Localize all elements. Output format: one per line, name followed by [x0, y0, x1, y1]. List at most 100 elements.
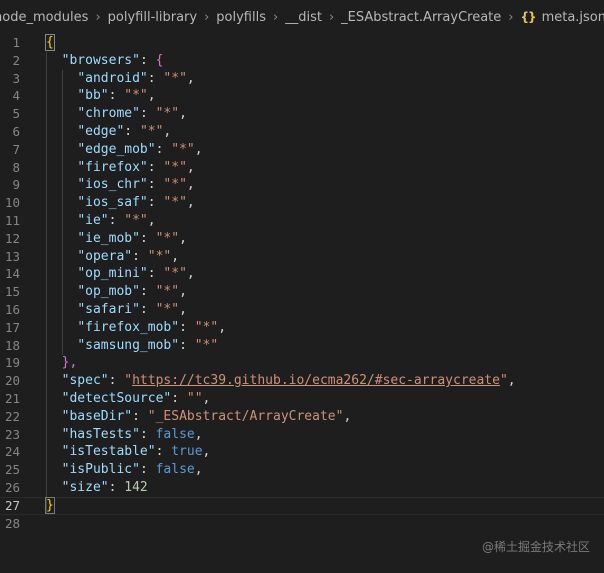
code-line: 11 "ie": "*",: [0, 212, 604, 230]
json-key: "firefox": [77, 159, 148, 175]
line-number: 5: [12, 106, 20, 122]
json-key: "ie": [77, 212, 109, 228]
line-number: 27: [4, 497, 20, 513]
comma: ,: [202, 390, 211, 406]
json-value: true: [171, 444, 203, 460]
comma: ,: [186, 177, 195, 193]
comma: ,: [186, 70, 195, 86]
breadcrumb-item-polyfill-library[interactable]: polyfill-library: [108, 10, 197, 25]
json-key: "isPublic": [61, 462, 140, 478]
code-line: 2 "browsers": {: [0, 52, 604, 70]
json-key: "browsers": [61, 52, 140, 68]
colon: :: [139, 462, 156, 478]
colon: :: [108, 88, 125, 104]
line-number: 22: [4, 408, 20, 424]
open-brace: {: [155, 52, 164, 68]
json-value: "*": [155, 301, 180, 317]
line-number: 28: [4, 515, 20, 531]
comma: ,: [163, 123, 172, 139]
line-number: 18: [4, 337, 20, 353]
breadcrumb-item-file[interactable]: meta.json: [542, 10, 604, 25]
json-value: "*": [147, 248, 172, 264]
line-number: 6: [12, 123, 20, 139]
close-brace: },: [61, 355, 78, 371]
json-value: false: [155, 426, 195, 442]
code-line: 5 "chrome": "*",: [0, 105, 604, 123]
json-value: "*": [171, 141, 195, 157]
colon: :: [139, 230, 156, 246]
json-file-icon: {}: [520, 10, 536, 24]
comma: ,: [186, 159, 195, 175]
colon: :: [124, 123, 140, 139]
comma: ,: [179, 106, 187, 122]
json-key: "edge_mob": [77, 141, 156, 157]
colon: :: [155, 141, 172, 157]
breadcrumb-item-folder[interactable]: _ESAbstract.ArrayCreate: [341, 10, 501, 25]
line-number: 17: [4, 319, 20, 335]
json-key: "hasTests": [61, 426, 140, 442]
line-number: 15: [4, 284, 20, 300]
code-line: 16 "safari": "*",: [0, 301, 604, 319]
json-key: "op_mini": [77, 266, 148, 282]
colon: :: [139, 284, 156, 300]
json-value: "*": [124, 212, 148, 228]
json-key: "bb": [77, 88, 109, 104]
comma: ,: [171, 248, 180, 264]
code-editor[interactable]: 1 { 2 "browsers": { 3 "android": "*", 4 …: [0, 34, 604, 532]
colon: :: [108, 373, 125, 389]
comma: ,: [186, 195, 195, 211]
line-number: 4: [12, 88, 20, 104]
json-key: "detectSource": [61, 390, 172, 406]
breadcrumb-item-node-modules[interactable]: node_modules: [0, 10, 88, 25]
code-line: 24 "isTestable": true,: [0, 443, 604, 461]
line-number: 9: [12, 177, 20, 193]
code-line: 8 "firefox": "*",: [0, 159, 604, 177]
line-number: 16: [4, 301, 20, 317]
comma: ,: [194, 141, 203, 157]
line-number: 25: [4, 462, 20, 478]
json-value: "*": [155, 106, 180, 122]
line-number: 26: [4, 479, 20, 495]
json-key: "ios_chr": [77, 177, 148, 193]
colon: :: [147, 177, 164, 193]
code-line: 9 "ios_chr": "*",: [0, 176, 604, 194]
chevron-right-icon: ›: [95, 9, 101, 25]
breadcrumb: node_modules › polyfill-library › polyfi…: [0, 0, 604, 34]
json-value: "*": [124, 88, 148, 104]
breadcrumb-item-polyfills[interactable]: polyfills: [216, 10, 266, 25]
chevron-right-icon: ›: [273, 9, 279, 25]
code-line: 3 "android": "*",: [0, 70, 604, 88]
json-key: "opera": [77, 248, 133, 264]
colon: :: [132, 248, 148, 264]
json-value: false: [155, 462, 195, 478]
line-number: 1: [12, 35, 20, 50]
comma: ,: [179, 284, 187, 300]
json-key: "firefox_mob": [77, 319, 180, 335]
comma: ,: [186, 266, 195, 282]
json-value: 142: [124, 479, 148, 495]
comma: ,: [147, 88, 156, 104]
code-line: 21 "detectSource": "",: [0, 390, 604, 408]
code-line: 18 "samsung_mob": "*": [0, 337, 604, 355]
line-number: 3: [12, 70, 20, 86]
colon: :: [108, 212, 125, 228]
colon: :: [179, 337, 195, 353]
code-line: 17 "firefox_mob": "*",: [0, 319, 604, 337]
comma: ,: [507, 373, 516, 389]
code-line: 26 "size": 142: [0, 479, 604, 497]
json-value: "*": [155, 230, 180, 246]
breadcrumb-item-dist[interactable]: __dist: [285, 10, 322, 25]
spec-link[interactable]: https://tc39.github.io/ecma262/#sec-arra…: [132, 373, 500, 388]
json-value: "*": [139, 123, 164, 139]
json-key: "safari": [77, 301, 140, 317]
json-key: "ie_mob": [77, 230, 140, 246]
line-number: 8: [12, 159, 20, 175]
json-value: "*": [163, 195, 187, 211]
chevron-right-icon: ›: [204, 9, 210, 25]
colon: :: [171, 390, 187, 406]
colon: :: [147, 266, 164, 282]
json-value: "*": [163, 266, 187, 282]
comma: ,: [218, 319, 227, 335]
json-key: "edge": [77, 123, 125, 139]
comma: ,: [179, 230, 187, 246]
